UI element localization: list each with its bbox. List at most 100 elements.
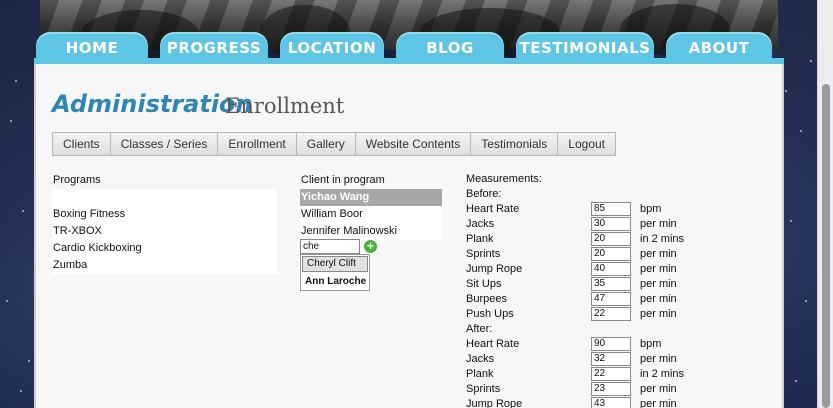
suggestion-item[interactable]: Cheryl Clift [302,256,368,272]
measurement-row: Jacks 30 per min [466,217,677,232]
measurement-unit: bpm [640,338,662,350]
nav-tab-home[interactable]: HOME [36,32,148,64]
nav-tab-location[interactable]: LOCATION [280,32,384,64]
subtab-gallery[interactable]: Gallery [295,132,356,156]
page-title: Enrollment [225,94,345,118]
measurement-unit: per min [640,383,677,395]
measurement-label: Jump Rope [466,398,523,408]
measurement-row: Sprints 23 per min [466,382,677,397]
measurement-row: Jacks 32 per min [466,352,677,367]
programs-header: Programs [53,174,101,186]
measurement-row: Sprints 20 per min [466,247,677,262]
measurements-title: Measurements: [466,173,542,185]
star-dot [785,90,787,92]
subtab-logout[interactable]: Logout [557,132,616,156]
measurement-row: Plank 20 in 2 mins [466,232,684,247]
measurement-input[interactable]: 35 [591,277,631,291]
measurement-input[interactable]: 30 [591,217,631,231]
measurement-input[interactable]: 20 [591,247,631,261]
star-dot [10,120,12,122]
measurement-input[interactable]: 90 [591,337,631,351]
measurement-label: Sprints [466,248,501,260]
measurement-label: Jacks [466,353,495,365]
measurement-input[interactable]: 40 [591,262,631,276]
client-item[interactable]: Jennifer Malinowski [300,223,442,240]
measurement-row: Jump Rope 43 per min [466,397,677,408]
program-item[interactable]: Cardio Kickboxing [52,240,277,257]
measurement-label: Jacks [466,218,495,230]
add-client-icon[interactable]: + [364,240,377,253]
program-item[interactable]: Boxing Fitness [52,206,277,223]
clients-header: Client in program [301,174,385,186]
after-label: After: [466,323,493,335]
measurement-input[interactable]: 22 [591,367,631,381]
nav-tab-testimonials[interactable]: TESTIMONIALS [516,32,654,64]
measurement-label: Plank [466,233,494,245]
star-dot [22,210,24,212]
nav-tab-blog[interactable]: BLOG [396,32,504,64]
measurement-row: Sit Ups 35 per min [466,277,677,292]
add-client-input[interactable] [300,239,360,254]
measurement-unit: per min [640,398,677,408]
subtab-enrollment[interactable]: Enrollment [217,132,297,156]
measurement-input[interactable]: 85 [591,202,631,216]
measurement-unit: per min [640,308,677,320]
measurement-unit: in 2 mins [640,233,685,245]
measurement-input[interactable]: 43 [591,397,631,408]
subtab-testimonials[interactable]: Testimonials [470,132,559,156]
star-dot [795,380,797,382]
measurement-input[interactable]: 32 [591,352,631,366]
measurement-unit: per min [640,353,677,365]
measurement-label: Plank [466,368,494,380]
main-nav: HOME PROGRESS LOCATION BLOG TESTIMONIALS… [34,32,784,64]
measurement-row: Burpees 47 per min [466,292,677,307]
measurement-label: Heart Rate [466,203,520,215]
client-suggestions: Cheryl Clift Ann Laroche [300,254,370,291]
program-item[interactable]: TRX [52,189,277,206]
subtab-website-contents[interactable]: Website Contents [354,132,472,156]
measurement-unit: per min [640,293,677,305]
measurement-row: Jump Rope 40 per min [466,262,677,277]
measurement-label: Push Ups [466,308,514,320]
client-item[interactable]: Yichao Wang [300,189,442,206]
measurement-input[interactable]: 23 [591,382,631,396]
after-measurements: Heart Rate 90 bpm Jacks 32 per min Plank 22 in 2… [466,337,684,408]
measurement-unit: per min [640,248,677,260]
measurement-label: Burpees [466,293,507,305]
star-dot [28,360,30,362]
subtab-clients[interactable]: Clients [52,132,111,156]
measurement-label: Sit Ups [466,278,502,290]
admin-title: Administration [52,90,253,118]
measurement-row: Heart Rate 85 bpm [466,202,661,217]
program-item[interactable]: TR-XBOX [52,223,277,240]
subtab-classes[interactable]: Classes / Series [109,132,219,156]
programs-list: Programs TRX Boxing Fitness TR-XBOX Card… [52,172,277,274]
nav-tab-progress[interactable]: PROGRESS [160,32,268,64]
star-dot [805,300,807,302]
admin-subnav: Clients Classes / Series Enrollment Gall… [52,132,616,156]
measurement-unit: per min [640,263,677,275]
content-panel: Administration Enrollment Clients Classe… [34,64,784,408]
page-scrollbar[interactable] [817,0,833,408]
before-label: Before: [466,188,502,200]
program-item[interactable]: Zumba [52,257,277,274]
measurement-unit: per min [640,278,677,290]
measurement-input[interactable]: 47 [591,292,631,306]
scrollbar-thumb[interactable] [822,84,830,408]
measurements-section: Measurements: Before: Heart Rate 85 bpm Jac… [466,172,684,408]
measurement-label: Sprints [466,383,501,395]
measurement-row: Plank 22 in 2 mins [466,367,684,382]
measurement-input[interactable]: 22 [591,307,631,321]
star-dot [810,60,812,62]
star-dot [790,220,792,222]
star-dot [15,80,17,82]
measurement-input[interactable]: 20 [591,232,631,246]
measurement-unit: bpm [640,203,662,215]
suggestion-item[interactable]: Ann Laroche [301,273,369,290]
measurement-label: Jump Rope [466,263,523,275]
clients-list: Client in program Yichao Wang William Bo… [300,172,442,240]
nav-tab-about[interactable]: ABOUT [666,32,772,64]
client-item[interactable]: William Boor [300,206,442,223]
star-dot [800,130,802,132]
measurement-row: Push Ups 22 per min [466,307,677,322]
